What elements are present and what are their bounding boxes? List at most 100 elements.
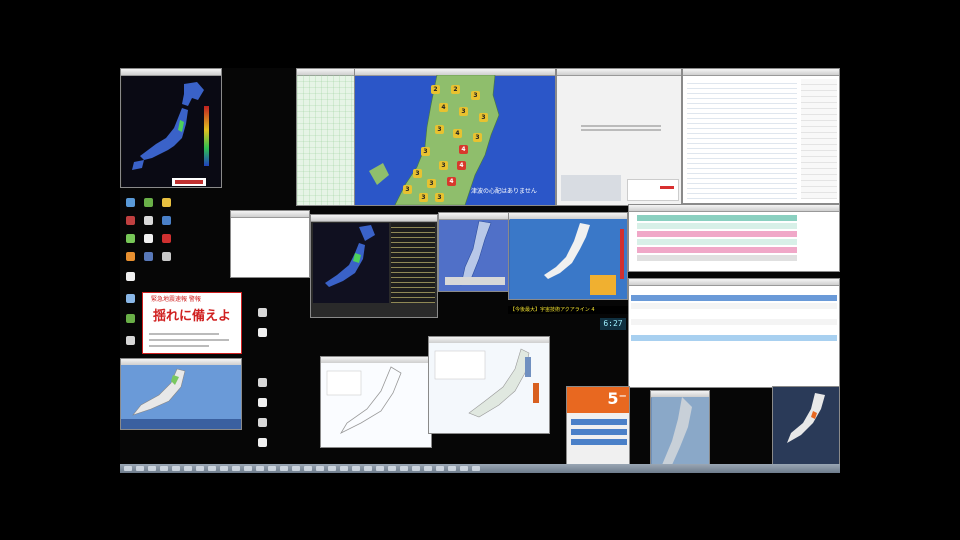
desktop-icon[interactable]	[162, 216, 171, 225]
dark-map-titlebar[interactable]	[311, 215, 437, 222]
list-item[interactable]	[637, 215, 797, 221]
taskbar-item[interactable]	[244, 466, 252, 471]
eew-detail-line	[149, 345, 209, 347]
intensity-badge: 3	[471, 91, 480, 100]
taskbar-item[interactable]	[340, 466, 348, 471]
desktop-icon[interactable]	[162, 198, 171, 207]
desktop-icon[interactable]	[162, 252, 171, 261]
taskbar-item[interactable]	[436, 466, 444, 471]
desktop-icon[interactable]	[126, 216, 135, 225]
intensity-row	[571, 439, 627, 445]
chat-titlebar[interactable]	[683, 69, 839, 76]
desktop-icon[interactable]	[258, 328, 267, 337]
status-titlebar[interactable]	[557, 69, 681, 76]
tohoku-map-window[interactable]: 2 2 3 4 3 3 3 4 3 4 3 3 4 3 3 4 3 3 3 津波…	[354, 68, 556, 206]
taskbar-item[interactable]	[400, 466, 408, 471]
taskbar-item[interactable]	[328, 466, 336, 471]
list-item[interactable]	[637, 223, 797, 229]
table-row[interactable]	[631, 303, 837, 309]
taskbar-item[interactable]	[412, 466, 420, 471]
outline-map-window[interactable]	[320, 356, 432, 448]
alert-map-window[interactable]	[508, 212, 628, 300]
satellite-map-window[interactable]	[650, 390, 710, 466]
status-window[interactable]	[556, 68, 682, 206]
taskbar-item[interactable]	[376, 466, 384, 471]
desktop-icon[interactable]	[126, 336, 135, 345]
desktop-icon[interactable]	[258, 378, 267, 387]
start-button[interactable]	[124, 466, 132, 471]
taskbar-item[interactable]	[160, 466, 168, 471]
taskbar-item[interactable]	[364, 466, 372, 471]
quake-table-titlebar[interactable]	[629, 279, 839, 286]
dark-text-panel	[391, 223, 435, 303]
chat-log-window[interactable]	[682, 68, 840, 204]
table-row[interactable]	[631, 327, 837, 333]
stream-bar: 【今後最大】宇宙技術アクアライン 4	[508, 306, 628, 314]
desktop-icon[interactable]	[126, 252, 135, 261]
quake-list-window[interactable]	[628, 204, 840, 272]
desktop-icon[interactable]	[258, 308, 267, 317]
taskbar-item[interactable]	[280, 466, 288, 471]
list-item[interactable]	[637, 231, 797, 237]
blank-window-titlebar[interactable]	[231, 211, 309, 218]
taskbar-item[interactable]	[316, 466, 324, 471]
3d-map-window[interactable]	[120, 358, 242, 430]
desktop-icon[interactable]	[144, 216, 153, 225]
kmoni-window[interactable]	[120, 68, 222, 188]
taskbar-item[interactable]	[460, 466, 468, 471]
blue-map-window[interactable]	[438, 212, 510, 292]
list-item[interactable]	[637, 255, 797, 261]
list-item[interactable]	[637, 239, 797, 245]
dark-3d-map-window[interactable]	[772, 386, 840, 466]
taskbar-item[interactable]	[472, 466, 480, 471]
table-row[interactable]	[631, 319, 837, 325]
desktop-icon[interactable]	[258, 438, 267, 447]
quake-list-titlebar[interactable]	[629, 205, 839, 212]
taskbar-item[interactable]	[304, 466, 312, 471]
grid-window[interactable]	[296, 68, 356, 206]
dark-map-window[interactable]	[310, 214, 438, 318]
desktop-icon[interactable]	[126, 198, 135, 207]
desktop-icon[interactable]	[126, 234, 135, 243]
table-row[interactable]	[631, 343, 837, 349]
chat-lines	[687, 79, 797, 199]
taskbar-item[interactable]	[172, 466, 180, 471]
desktop-icon[interactable]	[144, 198, 153, 207]
desktop-icon[interactable]	[258, 418, 267, 427]
quake-table-window[interactable]	[628, 278, 840, 388]
desktop-icon[interactable]	[126, 272, 135, 281]
desktop-icon[interactable]	[162, 234, 171, 243]
taskbar-item[interactable]	[256, 466, 264, 471]
desktop-icon[interactable]	[144, 252, 153, 261]
taskbar-item[interactable]	[268, 466, 276, 471]
list-item[interactable]	[637, 247, 797, 253]
taskbar-item[interactable]	[352, 466, 360, 471]
taskbar-item[interactable]	[424, 466, 432, 471]
intensity-badge: 3	[419, 193, 428, 202]
epicenter-map-window[interactable]	[428, 336, 550, 434]
taskbar-item[interactable]	[136, 466, 144, 471]
chat-userlist	[801, 79, 837, 199]
desktop-icon[interactable]	[144, 234, 153, 243]
taskbar-item[interactable]	[292, 466, 300, 471]
table-row[interactable]	[631, 335, 837, 341]
taskbar-item[interactable]	[208, 466, 216, 471]
intensity-badge: 3	[403, 185, 412, 194]
outline-japan-map	[321, 363, 431, 447]
eew-alert-window[interactable]: 緊急地震速報 警報 揺れに備えよ	[142, 292, 242, 354]
taskbar-item[interactable]	[388, 466, 396, 471]
desktop-icon[interactable]	[126, 314, 135, 323]
desktop-icon[interactable]	[126, 294, 135, 303]
blank-window[interactable]	[230, 210, 310, 278]
kmoni-titlebar[interactable]	[121, 69, 221, 76]
status-graph	[627, 179, 679, 201]
table-row[interactable]	[631, 311, 837, 317]
desktop-icon[interactable]	[258, 398, 267, 407]
taskbar-item[interactable]	[232, 466, 240, 471]
taskbar-item[interactable]	[184, 466, 192, 471]
intensity-panel-window[interactable]: 5⁻	[566, 386, 630, 466]
taskbar-item[interactable]	[448, 466, 456, 471]
taskbar-item[interactable]	[148, 466, 156, 471]
taskbar-item[interactable]	[220, 466, 228, 471]
taskbar-item[interactable]	[196, 466, 204, 471]
